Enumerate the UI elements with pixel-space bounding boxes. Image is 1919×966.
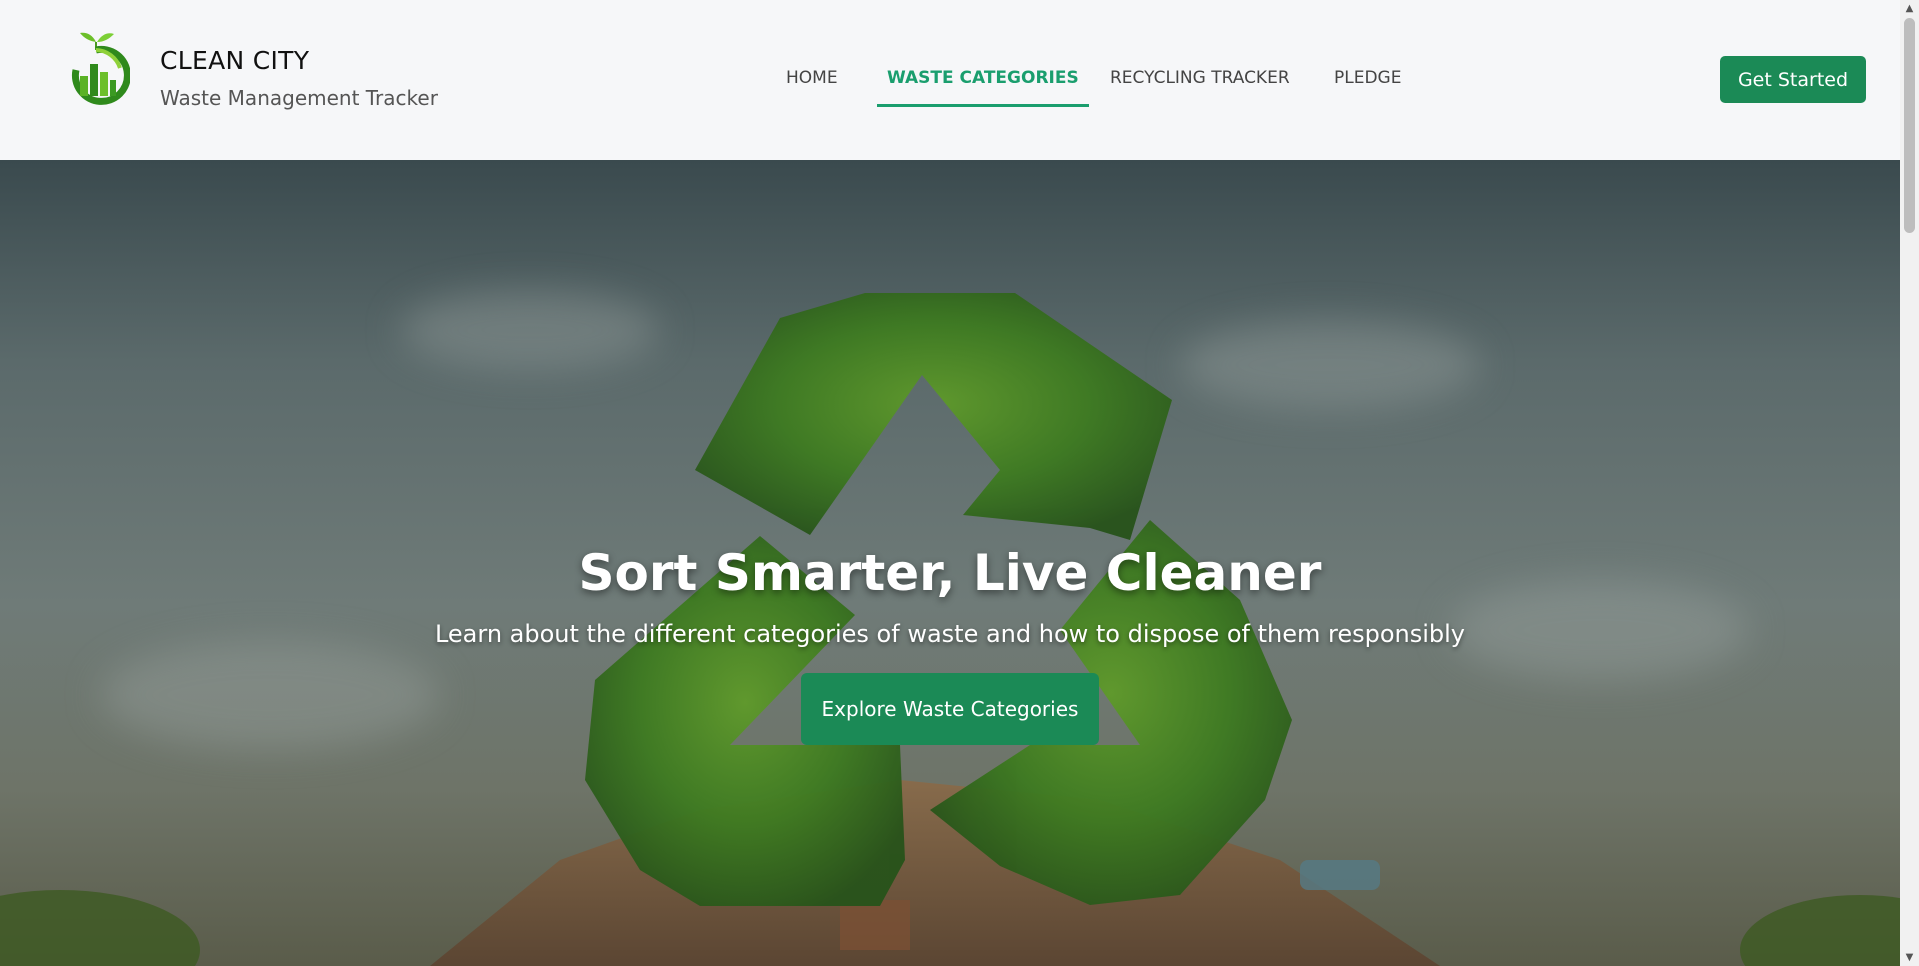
clean-city-logo-icon[interactable] [62,28,130,112]
site-header: CLEAN CITY Waste Management Tracker HOME… [0,0,1900,160]
explore-waste-categories-button[interactable]: Explore Waste Categories [801,673,1099,745]
nav-waste-categories[interactable]: WASTE CATEGORIES [877,62,1089,107]
nav-pledge[interactable]: PLEDGE [1324,62,1411,104]
hero-section: Sort Smarter, Live Cleaner Learn about t… [0,160,1900,966]
scrollbar-thumb[interactable] [1904,18,1915,233]
get-started-button[interactable]: Get Started [1720,56,1866,103]
hero-title: Sort Smarter, Live Cleaner [578,544,1322,602]
nav-recycling-tracker[interactable]: RECYCLING TRACKER [1100,62,1300,104]
hero-subtitle: Learn about the different categories of … [434,620,1466,648]
brand-subtitle: Waste Management Tracker [160,86,438,110]
scroll-up-arrow-icon[interactable]: ▲ [1900,0,1919,17]
nav-home[interactable]: HOME [776,62,848,104]
page-scrollbar[interactable]: ▲ ▼ [1900,0,1919,966]
scroll-down-arrow-icon[interactable]: ▼ [1900,949,1919,966]
brand-title: CLEAN CITY [160,46,310,75]
